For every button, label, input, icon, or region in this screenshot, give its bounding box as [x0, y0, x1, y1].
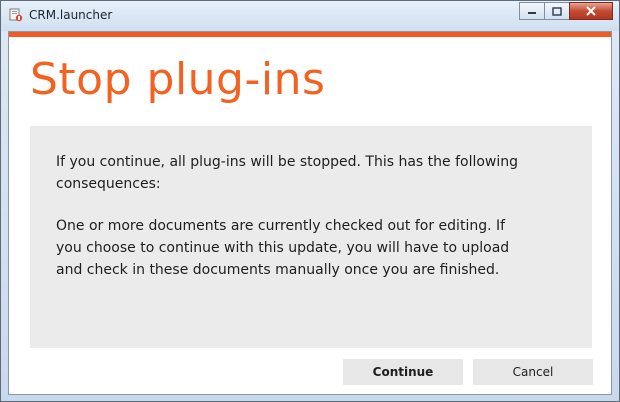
page-title: Stop plug-ins [30, 54, 326, 105]
close-button[interactable] [569, 2, 613, 20]
window-title: CRM.launcher [29, 8, 113, 22]
continue-button[interactable]: Continue [343, 359, 463, 385]
minimize-icon [528, 12, 536, 14]
message-paragraph-2: One or more documents are currently chec… [56, 218, 510, 278]
close-icon [586, 6, 596, 16]
accent-bar [9, 32, 611, 37]
dialog-content: Stop plug-ins If you continue, all plug-… [8, 31, 612, 395]
maximize-icon [552, 6, 562, 16]
message-panel: If you continue, all plug-ins will be st… [30, 126, 592, 348]
cancel-button[interactable]: Cancel [473, 359, 593, 385]
caption-buttons [519, 2, 613, 21]
title-bar[interactable]: CRM.launcher [1, 1, 619, 31]
app-window: CRM.launcher Stop plug-ins If you contin… [0, 0, 620, 402]
minimize-button[interactable] [519, 2, 545, 20]
message-paragraph-1: If you continue, all plug-ins will be st… [56, 154, 519, 192]
maximize-button[interactable] [544, 2, 570, 20]
app-icon [9, 8, 23, 22]
